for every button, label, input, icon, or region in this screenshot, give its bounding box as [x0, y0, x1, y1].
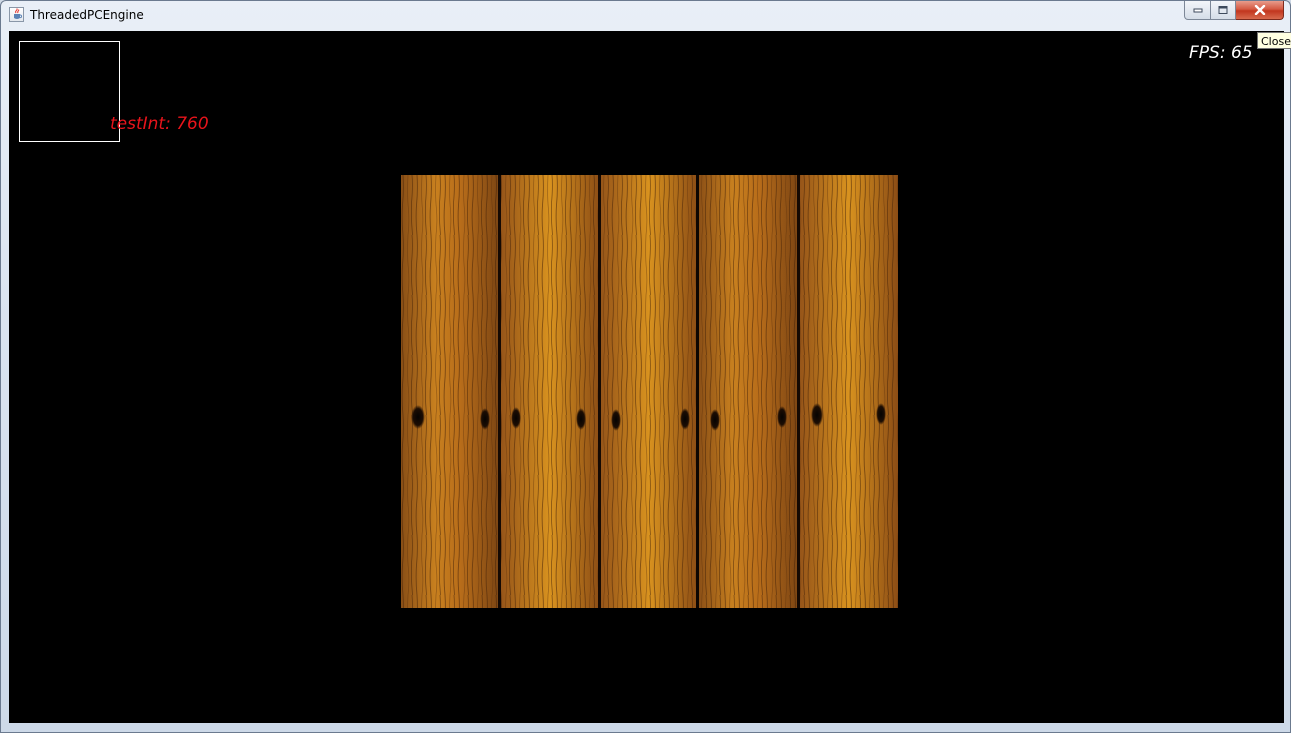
minimap-box	[19, 41, 120, 142]
render-canvas[interactable]: testInt: 760 FPS: 65	[9, 31, 1284, 723]
java-coffee-icon[interactable]	[9, 7, 24, 22]
close-button[interactable]	[1236, 1, 1284, 20]
test-int-label: testInt: 760	[110, 114, 209, 134]
window-title: ThreadedPCEngine	[30, 8, 144, 22]
minimize-icon	[1193, 8, 1202, 13]
close-icon	[1254, 5, 1265, 15]
wood-plank-texture	[401, 175, 898, 608]
close-tooltip: Close	[1257, 32, 1291, 49]
app-window: ThreadedPCEngine Close testInt: 760 FPS:…	[0, 0, 1291, 733]
minimize-button[interactable]	[1184, 1, 1211, 20]
maximize-button[interactable]	[1211, 1, 1236, 20]
fps-counter: FPS: 65	[1189, 43, 1253, 63]
maximize-icon	[1218, 6, 1228, 14]
title-bar[interactable]: ThreadedPCEngine	[1, 1, 1290, 30]
caption-buttons	[1184, 1, 1284, 21]
